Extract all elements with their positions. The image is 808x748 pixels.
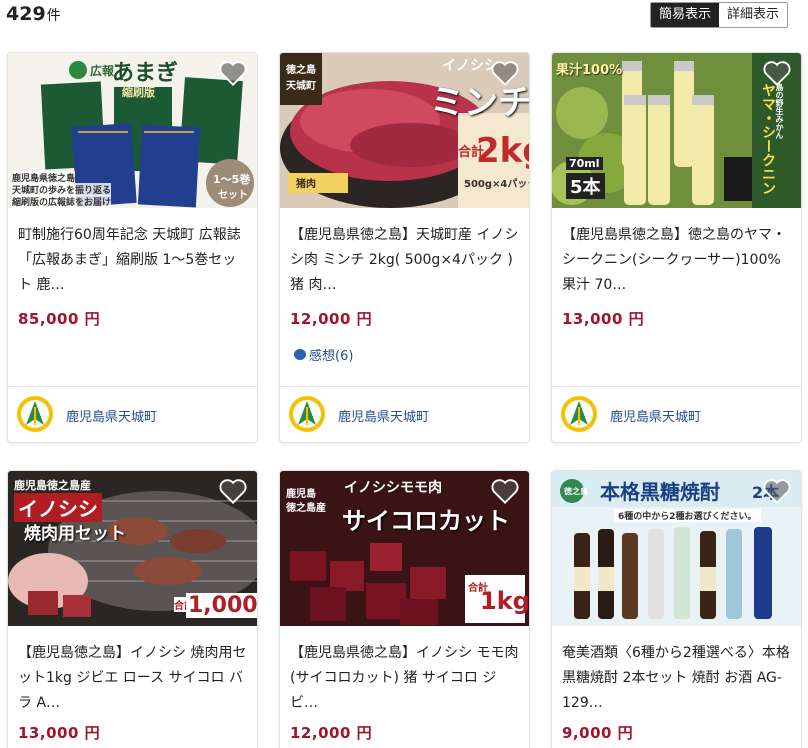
image-label: 猪肉 — [296, 179, 316, 190]
product-card[interactable]: 鹿児島 徳之島産 イノシシモモ肉 サイコロカット 合計 1kg 【鹿児島県徳之島… — [279, 470, 530, 748]
image-label: 焼肉用セット — [24, 524, 126, 544]
image-label: 1kg — [480, 587, 529, 615]
result-count: 429件 — [6, 3, 61, 25]
favorite-heart-icon[interactable] — [491, 60, 519, 86]
municipality-link[interactable]: 鹿児島県天城町 — [8, 386, 257, 442]
municipality-link[interactable]: 鹿児島県天城町 — [552, 386, 801, 442]
image-label: 広報 — [90, 64, 115, 78]
image-label: サイコロカット — [342, 507, 510, 535]
image-label: 鹿児島 — [286, 489, 316, 500]
simple-view-button[interactable]: 簡易表示 — [651, 3, 720, 27]
product-title[interactable]: 奄美酒類〈6種から2種選べる〉本格 黒糖焼酎 2本セット 焼酎 お酒 AG-12… — [562, 641, 794, 716]
results-header: 429件 簡易表示 詳細表示 — [0, 0, 808, 30]
product-price: 9,000 円 — [562, 724, 634, 742]
image-label: イノシシ — [442, 58, 498, 74]
product-image[interactable]: 鹿児島 徳之島産 イノシシモモ肉 サイコロカット 合計 1kg — [280, 471, 529, 626]
town-name[interactable]: 鹿児島県天城町 — [610, 406, 701, 425]
favorite-heart-icon[interactable] — [763, 478, 791, 504]
favorite-heart-icon[interactable] — [763, 60, 791, 86]
image-label: 6種の中から2種お選びください。 — [614, 509, 761, 522]
product-price: 13,000 円 — [562, 310, 645, 328]
image-label: 縮刷版の広報誌をお届け — [12, 195, 112, 208]
product-image[interactable]: 徳之島 天城町 イノシシ ミンチ 合計 2kg 500g×4パック 猪肉 — [280, 53, 529, 208]
image-label: 縮刷版 — [122, 86, 155, 99]
image-label: 徳之島 — [564, 487, 588, 496]
image-label: 5本 — [566, 173, 605, 199]
review-count[interactable]: 感想(6) — [309, 345, 353, 364]
product-image[interactable]: 鹿児島徳之島産 イノシシ 焼肉用セット 合計 1,000g — [8, 471, 257, 626]
town-emblem-icon — [289, 396, 325, 432]
product-image[interactable]: 徳之島 本格黒糖焼酎 2本 6種の中から2種お選びください。 — [552, 471, 801, 626]
product-card[interactable]: 徳之島 天城町 イノシシ ミンチ 合計 2kg 500g×4パック 猪肉 【鹿児… — [279, 52, 530, 443]
product-card[interactable]: 鹿児島徳之島産 イノシシ 焼肉用セット 合計 1,000g 【鹿児島徳之島】イノ… — [7, 470, 258, 748]
image-label: 徳之島産 — [286, 503, 326, 514]
image-label: イノシシ — [14, 493, 102, 522]
favorite-heart-icon[interactable] — [491, 478, 519, 504]
product-title[interactable]: 【鹿児島県徳之島】徳之島のヤマ・シークニン(シークヮーサー)100%果汁 70… — [562, 223, 794, 298]
review-link[interactable]: 感想(6) — [294, 345, 353, 364]
town-emblem-icon — [17, 396, 53, 432]
image-label: 70ml — [566, 157, 603, 170]
image-label: 500g×4パック — [464, 179, 529, 190]
town-name[interactable]: 鹿児島県天城町 — [338, 406, 429, 425]
image-label: 鹿児島徳之島産 — [14, 479, 91, 492]
product-card[interactable]: 果汁100% 島の野生みかん ヤマ・シークニン 70ml 5本 【鹿児島県徳之島… — [551, 52, 802, 443]
product-price: 13,000 円 — [18, 724, 101, 742]
product-image[interactable]: 果汁100% 島の野生みかん ヤマ・シークニン 70ml 5本 — [552, 53, 801, 208]
image-label: 1,000g — [186, 593, 257, 618]
image-label: 天城町 — [286, 81, 316, 92]
result-count-number: 429 — [6, 3, 46, 25]
image-label: 1～5巻 — [213, 173, 251, 186]
product-card[interactable]: 徳之島 本格黒糖焼酎 2本 6種の中から2種お選びください。 奄美酒類〈6種から… — [551, 470, 802, 748]
image-label: 徳之島 — [286, 65, 316, 76]
image-label: セット — [218, 190, 248, 201]
product-price: 85,000 円 — [18, 310, 101, 328]
product-price: 12,000 円 — [290, 310, 373, 328]
view-toggle: 簡易表示 詳細表示 — [650, 2, 789, 28]
product-price: 12,000 円 — [290, 724, 373, 742]
town-emblem-icon — [561, 396, 597, 432]
municipality-link[interactable]: 鹿児島県天城町 — [280, 386, 529, 442]
detail-view-button[interactable]: 詳細表示 — [719, 3, 788, 27]
result-count-unit: 件 — [46, 8, 61, 24]
image-label: イノシシモモ肉 — [344, 480, 442, 496]
speech-bubble-icon — [294, 349, 306, 360]
image-label: 2kg — [476, 131, 529, 171]
image-label: あまぎ — [112, 60, 179, 86]
product-title[interactable]: 【鹿児島県徳之島】天城町産 イノシシ肉 ミンチ 2kg( 500g×4パック )… — [290, 223, 522, 298]
image-label: ヤマ・シークニン — [760, 83, 776, 195]
image-label: 果汁100% — [556, 63, 623, 78]
image-label: 本格黒糖焼酎 — [600, 480, 720, 504]
favorite-heart-icon[interactable] — [219, 60, 247, 86]
product-title[interactable]: 【鹿児島県徳之島】イノシシ モモ肉 (サイコロカット) 猪 サイコロ ジビ… — [290, 641, 522, 716]
product-title[interactable]: 【鹿児島徳之島】イノシシ 焼肉用セット1kg ジビエ ロース サイコロ バラ A… — [18, 641, 250, 716]
favorite-heart-icon[interactable] — [219, 478, 247, 504]
town-name[interactable]: 鹿児島県天城町 — [66, 406, 157, 425]
product-card[interactable]: 広報 あまぎ 縮刷版 1～5巻 セット 鹿児島県徳之島 天城町の歩みを振り返る … — [7, 52, 258, 443]
product-title[interactable]: 町制施行60周年記念 天城町 広報誌「広報あまぎ」縮刷版 1～5巻セット 鹿… — [18, 223, 250, 298]
product-image[interactable]: 広報 あまぎ 縮刷版 1～5巻 セット 鹿児島県徳之島 天城町の歩みを振り返る … — [8, 53, 257, 208]
